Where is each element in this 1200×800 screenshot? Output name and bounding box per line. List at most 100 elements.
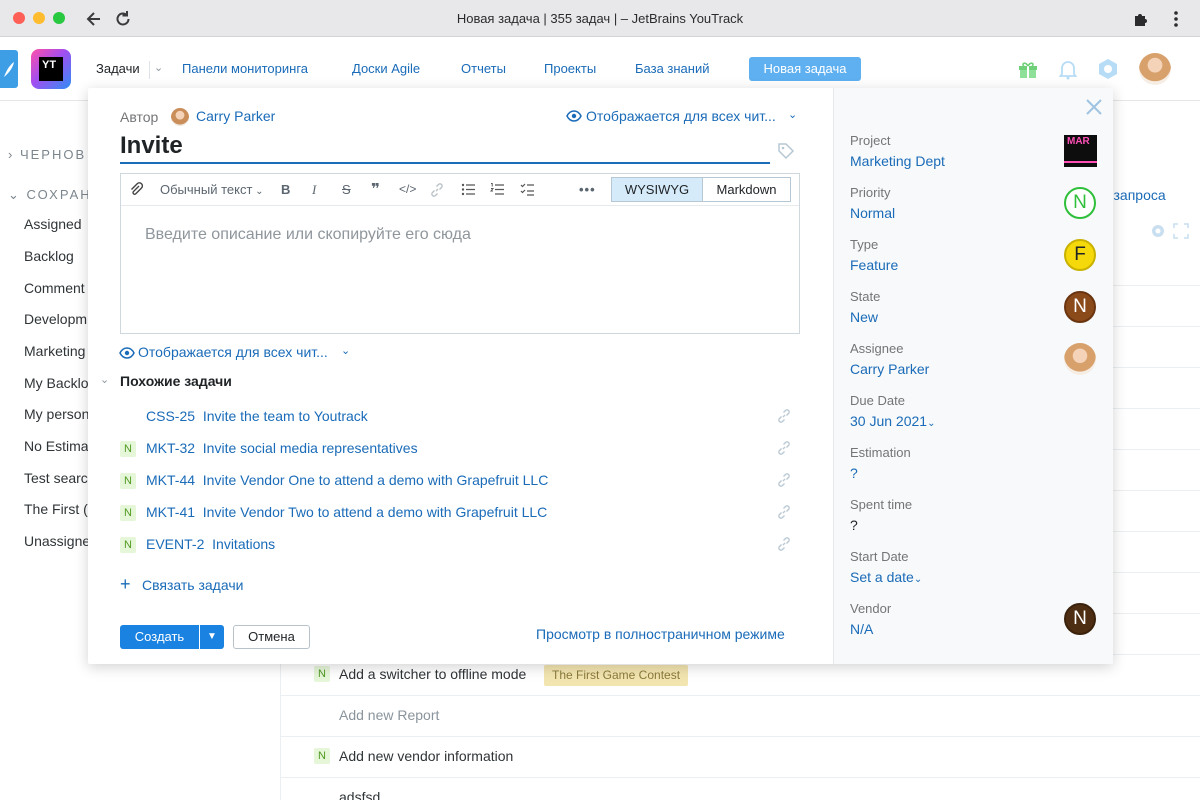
expand-icon[interactable] bbox=[1173, 223, 1189, 239]
help-icon[interactable] bbox=[1096, 57, 1120, 81]
numbered-list-icon[interactable] bbox=[489, 182, 505, 200]
nav-agile-boards[interactable]: Доски Agile bbox=[352, 61, 420, 76]
sidebar-item[interactable]: Marketing bbox=[24, 343, 85, 359]
feather-icon[interactable] bbox=[0, 50, 18, 88]
field-start-date[interactable]: Set a date⌄ bbox=[850, 569, 922, 585]
bell-icon[interactable] bbox=[1056, 57, 1080, 81]
field-state[interactable]: New bbox=[850, 309, 878, 325]
chevron-down-icon[interactable]: ⌄ bbox=[788, 108, 797, 121]
window-title: Новая задача | 355 задач | – JetBrains Y… bbox=[456, 11, 744, 26]
sidebar-item[interactable]: Unassigne bbox=[24, 533, 90, 549]
nav-reports[interactable]: Отчеты bbox=[461, 61, 506, 76]
similar-issue-row[interactable]: N EVENT-2 Invitations bbox=[120, 536, 800, 556]
sidebar-item[interactable]: No Estima bbox=[24, 438, 89, 454]
table-row[interactable]: Add new vendor information bbox=[339, 748, 513, 764]
similar-issues-title[interactable]: Похожие задачи bbox=[120, 373, 232, 389]
table-row[interactable]: Add new Report bbox=[339, 707, 439, 723]
similar-issue-link[interactable]: MKT-32 Invite social media representativ… bbox=[146, 440, 418, 456]
chevron-down-icon[interactable]: ⌄ bbox=[100, 373, 109, 386]
field-assignee[interactable]: Carry Parker bbox=[850, 361, 929, 377]
state-badge: N bbox=[120, 441, 136, 457]
browser-titlebar: Новая задача | 355 задач | – JetBrains Y… bbox=[0, 0, 1200, 37]
field-priority[interactable]: Normal bbox=[850, 205, 895, 221]
comment-visibility-selector[interactable]: Отображается для всех чит... bbox=[138, 344, 328, 360]
chevron-down-icon: ⌄ bbox=[913, 574, 923, 585]
table-row[interactable]: adsfsd bbox=[339, 789, 380, 800]
sidebar-item[interactable]: Test searc bbox=[24, 470, 88, 486]
link-icon[interactable] bbox=[776, 536, 792, 552]
plus-icon[interactable]: + bbox=[120, 575, 131, 593]
chevron-down-icon[interactable]: ⌄ bbox=[341, 344, 350, 357]
puzzle-icon[interactable] bbox=[1130, 8, 1152, 30]
author-name[interactable]: Carry Parker bbox=[196, 108, 275, 124]
user-avatar[interactable] bbox=[1139, 53, 1171, 85]
code-icon[interactable]: </> bbox=[399, 182, 416, 196]
link-icon[interactable] bbox=[429, 182, 445, 201]
fullscreen-view-link[interactable]: Просмотр в полностраничном режиме bbox=[536, 626, 785, 642]
italic-icon[interactable]: I bbox=[312, 182, 316, 198]
link-icon[interactable] bbox=[776, 472, 792, 488]
similar-issue-link[interactable]: CSS-25 Invite the team to Youtrack bbox=[146, 408, 368, 424]
chevron-down-icon[interactable]: ▼ bbox=[200, 625, 224, 649]
field-estimation[interactable]: ? bbox=[850, 465, 858, 481]
checklist-icon[interactable] bbox=[520, 182, 535, 200]
field-label: Due Date bbox=[850, 393, 905, 408]
similar-issue-row[interactable]: N MKT-41 Invite Vendor Two to attend a d… bbox=[120, 504, 800, 524]
nav-knowledge-base[interactable]: База знаний bbox=[635, 61, 710, 76]
link-icon[interactable] bbox=[776, 408, 792, 424]
bold-icon[interactable]: B bbox=[281, 182, 290, 197]
similar-issue-link[interactable]: EVENT-2 Invitations bbox=[146, 536, 275, 552]
field-type[interactable]: Feature bbox=[850, 257, 898, 273]
sidebar-section-drafts[interactable]: › ЧЕРНОВ bbox=[8, 147, 86, 162]
link-issues-button[interactable]: Связать задачи bbox=[142, 577, 243, 593]
nav-projects[interactable]: Проекты bbox=[544, 61, 596, 76]
close-icon[interactable] bbox=[1084, 97, 1104, 117]
menu-dots-icon[interactable] bbox=[1165, 8, 1187, 30]
similar-issue-row[interactable]: N MKT-32 Invite social media representat… bbox=[120, 440, 800, 460]
nav-issues[interactable]: Задачи bbox=[96, 61, 140, 76]
similar-issue-link[interactable]: MKT-44 Invite Vendor One to attend a dem… bbox=[146, 472, 548, 488]
description-placeholder[interactable]: Введите описание или скопируйте его сюда bbox=[145, 226, 471, 244]
tag-icon[interactable] bbox=[777, 142, 795, 160]
link-icon[interactable] bbox=[776, 440, 792, 456]
link-icon[interactable] bbox=[776, 504, 792, 520]
field-due-date[interactable]: 30 Jun 2021⌄ bbox=[850, 413, 935, 429]
sidebar-item[interactable]: Assigned bbox=[24, 216, 82, 232]
field-label: Spent time bbox=[850, 497, 913, 512]
table-row[interactable]: Add a switcher to offline mode bbox=[339, 666, 526, 682]
sidebar-item[interactable]: My person bbox=[24, 406, 89, 422]
sidebar-item[interactable]: Backlog bbox=[24, 248, 74, 264]
paperclip-icon[interactable] bbox=[129, 182, 144, 200]
bulleted-list-icon[interactable] bbox=[461, 182, 476, 200]
nav-dashboards[interactable]: Панели мониторинга bbox=[182, 61, 308, 76]
visibility-selector[interactable]: Отображается для всех чит... bbox=[586, 108, 776, 124]
field-project[interactable]: Marketing Dept bbox=[850, 153, 945, 169]
field-vendor[interactable]: N/A bbox=[850, 621, 873, 637]
cancel-button[interactable]: Отмена bbox=[233, 625, 310, 649]
more-icon[interactable]: ••• bbox=[579, 182, 596, 197]
youtrack-logo[interactable]: YT bbox=[31, 49, 71, 89]
chevron-down-icon[interactable]: ⌄ bbox=[149, 61, 163, 79]
summary-input[interactable]: Invite bbox=[120, 132, 183, 160]
markdown-mode-button[interactable]: Markdown bbox=[702, 177, 791, 202]
gift-icon[interactable] bbox=[1016, 57, 1040, 81]
similar-issue-row[interactable]: CSS-25 Invite the team to Youtrack bbox=[120, 408, 800, 428]
field-spent-time[interactable]: ? bbox=[850, 517, 858, 533]
strikethrough-icon[interactable]: S bbox=[342, 182, 351, 197]
sidebar-section-saved[interactable]: ⌄ СОХРАН bbox=[8, 187, 92, 203]
similar-issue-link[interactable]: MKT-41 Invite Vendor Two to attend a dem… bbox=[146, 504, 547, 520]
text-style-dropdown[interactable]: Обычный текст ⌄ bbox=[160, 182, 264, 197]
sidebar-item[interactable]: Comment bbox=[24, 280, 85, 296]
wysiwyg-mode-button[interactable]: WYSIWYG bbox=[611, 177, 703, 202]
new-issue-button[interactable]: Новая задача bbox=[749, 57, 861, 81]
sidebar-item[interactable]: Developm bbox=[24, 311, 87, 327]
sidebar-item[interactable]: My Backlo bbox=[24, 375, 89, 391]
field-label: Assignee bbox=[850, 341, 904, 356]
create-button[interactable]: Создать bbox=[120, 625, 199, 649]
settings-icon[interactable] bbox=[1150, 223, 1166, 239]
sidebar-item[interactable]: The First ( bbox=[24, 501, 88, 517]
similar-issue-row[interactable]: N MKT-44 Invite Vendor One to attend a d… bbox=[120, 472, 800, 492]
quote-icon[interactable]: ❞ bbox=[371, 180, 380, 198]
logo-text: YT bbox=[39, 57, 63, 81]
tag-badge[interactable]: The First Game Contest bbox=[544, 665, 689, 686]
